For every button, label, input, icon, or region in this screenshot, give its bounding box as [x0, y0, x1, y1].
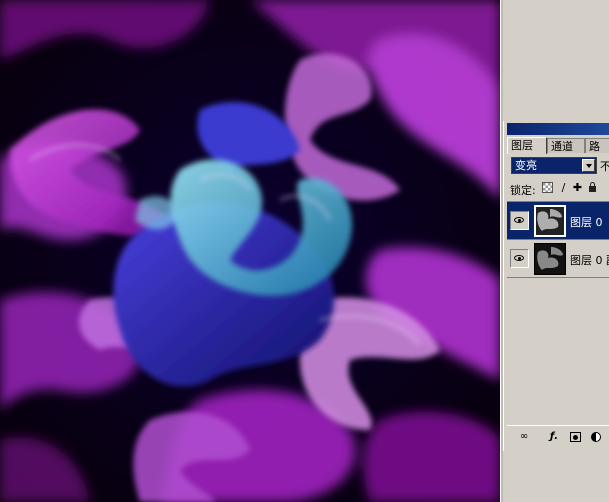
chevron-down-icon[interactable] — [582, 159, 595, 172]
brush-icon[interactable]: ∕ — [558, 182, 569, 193]
tab-paths[interactable]: 路 — [585, 138, 609, 153]
lock-icon[interactable] — [587, 182, 598, 193]
layer-name[interactable]: 图层 0 — [570, 214, 603, 230]
fx-icon[interactable]: ƒ. — [547, 430, 561, 444]
blend-mode-value: 变亮 — [515, 159, 537, 172]
mask-icon[interactable] — [569, 430, 583, 444]
link-icon[interactable]: ∞ — [517, 430, 531, 444]
blend-row: 变亮 不 — [507, 156, 609, 176]
adjustment-icon[interactable] — [589, 430, 603, 444]
eye-icon[interactable] — [510, 249, 529, 268]
tab-channels[interactable]: 通道 — [547, 138, 585, 153]
eye-icon[interactable] — [510, 211, 529, 230]
layer-row[interactable]: 图层 0 副 — [507, 240, 609, 278]
lock-label: 锁定: — [510, 184, 536, 197]
layer-thumbnail — [534, 205, 566, 237]
palette-titlebar[interactable] — [507, 123, 609, 135]
tab-layers[interactable]: 图层 — [507, 137, 547, 154]
artwork-image — [0, 0, 500, 502]
lock-row: 锁定: ∕ ✚ — [510, 181, 609, 197]
layer-name[interactable]: 图层 0 副 — [570, 252, 609, 268]
layer-thumbnail — [534, 243, 566, 275]
document-canvas[interactable] — [0, 0, 500, 502]
panel-background — [503, 451, 609, 502]
layers-palette: 图层 通道 路 变亮 不 锁定: ∕ ✚ 图层 0 图层 0 ∞ ƒ. — [503, 121, 609, 451]
layers-list: 图层 0 图层 0 副 — [507, 201, 609, 424]
opacity-label: 不 — [600, 160, 609, 173]
palette-tabs: 图层 通道 路 — [507, 137, 609, 155]
blend-mode-select[interactable]: 变亮 — [511, 157, 597, 174]
layer-row[interactable]: 图层 0 — [507, 202, 609, 240]
move-icon[interactable]: ✚ — [572, 182, 583, 193]
palette-footer: ∞ ƒ. — [507, 425, 609, 448]
lock-transparency-icon[interactable] — [542, 182, 553, 193]
